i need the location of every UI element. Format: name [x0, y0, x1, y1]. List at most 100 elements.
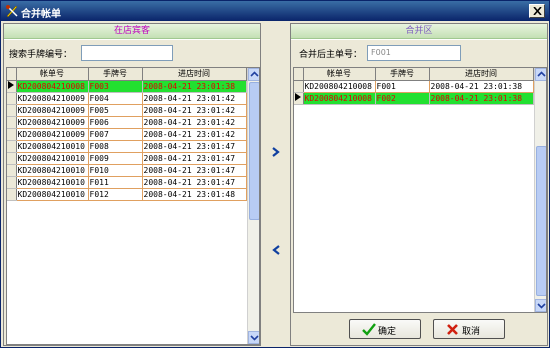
cell-entry-time[interactable]: 2008-04-21 23:01:38: [429, 92, 534, 105]
cell-entry-time[interactable]: 2008-04-21 23:01:42: [142, 116, 247, 129]
cell-entry-time[interactable]: 2008-04-21 23:01:48: [142, 188, 247, 201]
chevron-right-icon: [272, 147, 280, 157]
table-row[interactable]: KD200804210010 F010 2008-04-21 23:01:47: [7, 164, 247, 177]
cell-bill-number[interactable]: KD200804210008: [16, 80, 89, 93]
scroll-down-button[interactable]: [248, 331, 259, 344]
column-header-bill[interactable]: 帐单号: [16, 68, 89, 81]
table-row[interactable]: KD200804210010 F009 2008-04-21 23:01:47: [7, 152, 247, 165]
cancel-button-label: 取消: [462, 327, 481, 337]
cell-entry-time[interactable]: 2008-04-21 23:01:38: [429, 80, 534, 93]
row-indicator[interactable]: [7, 176, 17, 189]
cell-tag-number[interactable]: F007: [88, 128, 143, 141]
guest-bills-grid: 帐单号 手牌号 进店时间 KD200804210008 F003 2008-04-2…: [6, 67, 260, 345]
move-left-button[interactable]: [269, 243, 283, 257]
search-tag-input[interactable]: [81, 45, 173, 61]
column-header-time[interactable]: 进店时间: [142, 68, 247, 81]
row-indicator[interactable]: [7, 116, 17, 129]
merge-bills-scrollbar[interactable]: [534, 68, 546, 312]
cell-entry-time[interactable]: 2008-04-21 23:01:42: [142, 92, 247, 105]
cell-bill-number[interactable]: KD200804210009: [16, 116, 89, 129]
cancel-button[interactable]: 取消: [433, 319, 505, 339]
main-bill-input[interactable]: F001: [367, 45, 461, 61]
cell-tag-number[interactable]: F001: [375, 80, 430, 93]
cell-bill-number[interactable]: KD200804210010: [16, 152, 89, 165]
left-panel-body: 搜索手牌编号： 帐单号 手牌号 进店时间 KD200804210008 F003 2…: [4, 40, 260, 345]
row-indicator-header: [7, 68, 17, 81]
current-row-arrow-icon: [295, 92, 302, 101]
chevron-up-icon: [250, 71, 259, 77]
cell-entry-time[interactable]: 2008-04-21 23:01:47: [142, 140, 247, 153]
scroll-up-button[interactable]: [248, 68, 259, 81]
row-indicator[interactable]: [7, 188, 17, 201]
move-right-button[interactable]: [269, 145, 283, 159]
close-icon: [533, 7, 542, 15]
column-header-tag[interactable]: 手牌号: [88, 68, 143, 81]
scroll-up-button[interactable]: [535, 68, 546, 81]
row-indicator[interactable]: [7, 152, 17, 165]
confirm-button-label: 确定: [378, 327, 397, 337]
cell-entry-time[interactable]: 2008-04-21 23:01:47: [142, 164, 247, 177]
cell-bill-number[interactable]: KD200804210010: [16, 188, 89, 201]
row-indicator[interactable]: [294, 80, 304, 93]
cell-bill-number[interactable]: KD200804210009: [16, 92, 89, 105]
row-indicator[interactable]: [294, 92, 304, 105]
table-row[interactable]: KD200804210008 F003 2008-04-21 23:01:38: [7, 80, 247, 93]
row-indicator[interactable]: [7, 104, 17, 117]
cell-entry-time[interactable]: 2008-04-21 23:01:38: [142, 80, 247, 93]
close-button[interactable]: [529, 4, 545, 18]
cell-bill-number[interactable]: KD200804210010: [16, 164, 89, 177]
cell-tag-number[interactable]: F009: [88, 152, 143, 165]
merge-bills-grid: 帐单号 手牌号 进店时间 KD200804210008 F001 2008-04-2…: [293, 67, 547, 313]
merge-area-panel: 合并区 合并后主单号： F001 帐单号 手牌号 进店时间 KD20080421: [290, 23, 548, 346]
app-icon: [6, 5, 18, 18]
table-row[interactable]: KD200804210008 F001 2008-04-21 23:01:38: [294, 80, 534, 93]
row-indicator[interactable]: [7, 92, 17, 105]
merge-area-header: 合并区: [291, 24, 547, 39]
in-store-guests-panel: 在店宾客 搜索手牌编号： 帐单号 手牌号 进店时间 KD200804210008…: [3, 23, 261, 346]
scroll-thumb[interactable]: [536, 146, 546, 296]
cell-tag-number[interactable]: F011: [88, 176, 143, 189]
row-indicator[interactable]: [7, 80, 17, 93]
cell-tag-number[interactable]: F002: [375, 92, 430, 105]
cell-tag-number[interactable]: F008: [88, 140, 143, 153]
row-indicator[interactable]: [7, 140, 17, 153]
cell-tag-number[interactable]: F010: [88, 164, 143, 177]
column-header-tag[interactable]: 手牌号: [375, 68, 430, 81]
table-row[interactable]: KD200804210009 F004 2008-04-21 23:01:42: [7, 92, 247, 105]
cell-tag-number[interactable]: F006: [88, 116, 143, 129]
cell-bill-number[interactable]: KD200804210010: [16, 176, 89, 189]
cell-bill-number[interactable]: KD200804210009: [16, 128, 89, 141]
table-row[interactable]: KD200804210009 F005 2008-04-21 23:01:42: [7, 104, 247, 117]
table-row[interactable]: KD200804210008 F002 2008-04-21 23:01:38: [294, 92, 534, 105]
table-row[interactable]: KD200804210010 F008 2008-04-21 23:01:47: [7, 140, 247, 153]
cell-entry-time[interactable]: 2008-04-21 23:01:42: [142, 104, 247, 117]
cell-entry-time[interactable]: 2008-04-21 23:01:42: [142, 128, 247, 141]
column-header-bill[interactable]: 帐单号: [303, 68, 376, 81]
cell-tag-number[interactable]: F005: [88, 104, 143, 117]
cell-bill-number[interactable]: KD200804210008: [303, 80, 376, 93]
cell-entry-time[interactable]: 2008-04-21 23:01:47: [142, 176, 247, 189]
title-bar[interactable]: 合并帐单: [1, 1, 549, 21]
checkmark-icon: [362, 323, 376, 336]
in-store-guests-header: 在店宾客: [4, 24, 260, 39]
cell-bill-number[interactable]: KD200804210009: [16, 104, 89, 117]
guest-bills-scrollbar[interactable]: [247, 68, 259, 344]
table-row[interactable]: KD200804210009 F006 2008-04-21 23:01:42: [7, 116, 247, 129]
chevron-down-icon: [250, 335, 259, 341]
table-row[interactable]: KD200804210009 F007 2008-04-21 23:01:42: [7, 128, 247, 141]
column-header-time[interactable]: 进店时间: [429, 68, 534, 81]
cell-bill-number[interactable]: KD200804210008: [303, 92, 376, 105]
row-indicator[interactable]: [7, 128, 17, 141]
table-row[interactable]: KD200804210010 F011 2008-04-21 23:01:47: [7, 176, 247, 189]
cell-tag-number[interactable]: F012: [88, 188, 143, 201]
table-row[interactable]: KD200804210010 F012 2008-04-21 23:01:48: [7, 188, 247, 201]
cell-entry-time[interactable]: 2008-04-21 23:01:47: [142, 152, 247, 165]
cell-bill-number[interactable]: KD200804210010: [16, 140, 89, 153]
scroll-thumb[interactable]: [249, 82, 259, 220]
right-panel-body: 合并后主单号： F001 帐单号 手牌号 进店时间 KD200804210008…: [291, 40, 547, 345]
row-indicator[interactable]: [7, 164, 17, 177]
cell-tag-number[interactable]: F003: [88, 80, 143, 93]
cell-tag-number[interactable]: F004: [88, 92, 143, 105]
scroll-down-button[interactable]: [535, 299, 546, 312]
confirm-button[interactable]: 确定: [349, 319, 421, 339]
